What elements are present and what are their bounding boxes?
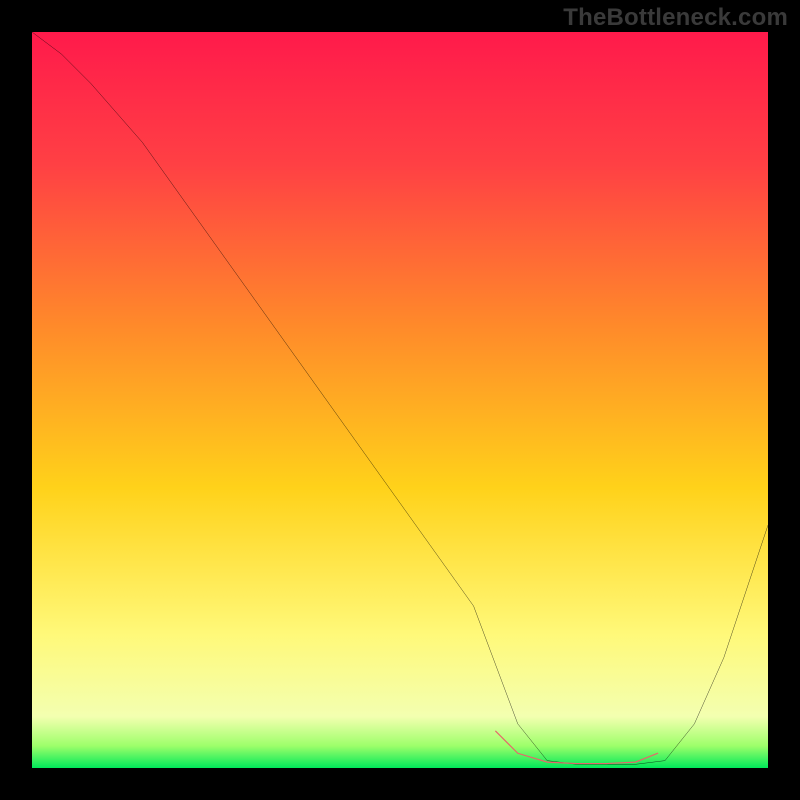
plot-area [32, 32, 768, 768]
bottleneck-curve-path [32, 32, 768, 764]
chart-frame: TheBottleneck.com [0, 0, 800, 800]
curve-layer [32, 32, 768, 768]
watermark-text: TheBottleneck.com [563, 4, 788, 32]
bottom-highlight-path [496, 731, 658, 763]
